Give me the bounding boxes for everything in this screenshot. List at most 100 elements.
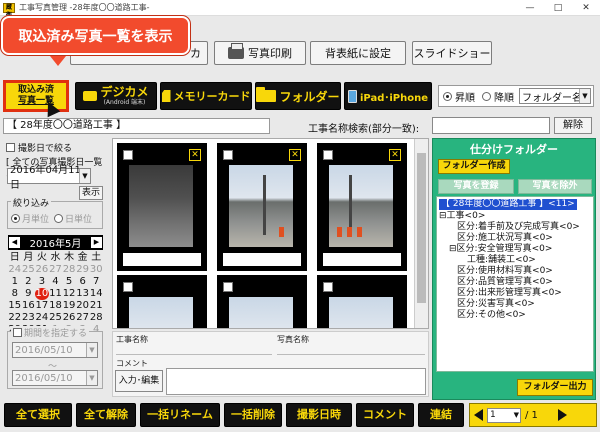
period-checkbox[interactable] xyxy=(13,328,22,337)
calendar-day[interactable]: 25 xyxy=(49,312,63,324)
export-folder-button[interactable]: フォルダー出力 xyxy=(517,379,593,396)
register-photo-button[interactable]: 写真を登録 xyxy=(438,179,514,194)
bulk-rename-button[interactable]: 一括リネーム xyxy=(140,403,220,427)
calendar-day[interactable]: 16 xyxy=(22,300,36,312)
minimize-button[interactable]: — xyxy=(516,0,544,16)
calendar-day[interactable]: 25 xyxy=(22,264,36,276)
calendar-day[interactable]: 30 xyxy=(89,264,103,276)
sort-desc-radio[interactable] xyxy=(482,91,491,101)
maximize-button[interactable]: □ xyxy=(544,0,572,16)
select-all-button[interactable]: 全て選択 xyxy=(4,403,72,427)
photo-thumbnail[interactable] xyxy=(317,275,407,328)
calendar-day[interactable]: 9 xyxy=(22,288,36,300)
photo-select-checkbox[interactable] xyxy=(323,150,333,160)
bulk-delete-button[interactable]: 一括削除 xyxy=(224,403,282,427)
set-spine-button[interactable]: 背表紙に設定 xyxy=(310,41,406,65)
slideshow-button[interactable]: スライドショー xyxy=(412,41,492,65)
calendar-day[interactable]: 13 xyxy=(76,288,90,300)
photo-thumbnail[interactable]: ✕ xyxy=(317,143,407,271)
tree-node[interactable]: 区分:災害写真<0> xyxy=(457,299,535,310)
photo-select-checkbox[interactable] xyxy=(123,282,133,292)
tree-node[interactable]: 区分:使用材料写真<0> xyxy=(457,266,553,277)
photo-select-checkbox[interactable] xyxy=(223,282,233,292)
calendar-day[interactable]: 3 xyxy=(35,276,49,288)
date-select[interactable]: 2016年04月11日 ▼ xyxy=(7,165,91,191)
calendar-day[interactable]: 20 xyxy=(76,300,90,312)
calendar-day[interactable]: 2 xyxy=(22,276,36,288)
calendar-day[interactable]: 7 xyxy=(89,276,103,288)
photo-select-checkbox[interactable] xyxy=(223,150,233,160)
sort-field-select[interactable]: フォルダー名 ▼ xyxy=(519,88,591,104)
calendar-day[interactable]: 28 xyxy=(62,264,76,276)
thumbnail-scrollbar[interactable] xyxy=(414,139,428,328)
by-month-radio[interactable] xyxy=(11,214,20,223)
comment-textarea[interactable] xyxy=(166,368,426,395)
tree-node-root[interactable]: 【 28年度〇〇道路工事 】<11> xyxy=(439,199,577,210)
calendar-day[interactable]: 23 xyxy=(22,312,36,324)
clear-search-button[interactable]: 解除 xyxy=(554,117,592,134)
photo-thumbnail[interactable]: ✕ xyxy=(117,143,207,271)
shot-datetime-button[interactable]: 撮影日時 xyxy=(286,403,352,427)
edit-comment-button[interactable]: 入力･編集 xyxy=(115,370,163,392)
calendar-day[interactable]: 26 xyxy=(35,264,49,276)
calendar-day[interactable]: 14 xyxy=(89,288,103,300)
calendar-day[interactable]: 10 xyxy=(35,288,49,300)
deselect-all-button[interactable]: 全て解除 xyxy=(76,403,136,427)
photo-thumbnail[interactable] xyxy=(117,275,207,328)
digicam-button[interactable]: デジカメ (Android 端末) xyxy=(75,82,157,110)
calendar-day[interactable]: 6 xyxy=(76,276,90,288)
sort-asc-radio[interactable] xyxy=(443,91,452,101)
calendar-day[interactable]: 1 xyxy=(8,276,22,288)
calendar-day[interactable]: 28 xyxy=(89,312,103,324)
create-folder-button[interactable]: フォルダー作成 xyxy=(438,159,510,174)
page-select[interactable]: 1 ▼ xyxy=(487,407,521,423)
remove-photo-button[interactable]: 写真を除外 xyxy=(518,179,592,194)
next-page-icon[interactable] xyxy=(557,409,567,421)
comment-button[interactable]: コメント xyxy=(356,403,414,427)
tree-node[interactable]: 区分:着手前及び完成写真<0> xyxy=(457,222,580,233)
by-day-radio[interactable] xyxy=(54,214,64,223)
calendar-next-button[interactable]: ▶ xyxy=(91,237,102,248)
period-to-select[interactable]: 2016/05/10 ▼ xyxy=(12,370,98,386)
tree-node[interactable]: ⊟区分:安全管理写真<0> xyxy=(449,244,552,255)
calendar-day[interactable]: 18 xyxy=(49,300,63,312)
folder-import-button[interactable]: フォルダー xyxy=(255,82,341,110)
tree-node[interactable]: 工種:舗装工<0> xyxy=(467,255,536,266)
photo-select-checkbox[interactable] xyxy=(323,282,333,292)
calendar-day[interactable]: 4 xyxy=(49,276,63,288)
calendar-day[interactable]: 21 xyxy=(89,300,103,312)
calendar-day[interactable]: 22 xyxy=(8,312,22,324)
calendar-prev-button[interactable]: ◀ xyxy=(9,237,20,248)
calendar-day[interactable]: 24 xyxy=(35,312,49,324)
tree-node[interactable]: ⊟工事<0> xyxy=(439,211,485,222)
imported-photos-button[interactable]: 取込み済 写真一覧 xyxy=(3,80,69,112)
calendar-day[interactable]: 5 xyxy=(62,276,76,288)
calendar-day[interactable]: 27 xyxy=(76,312,90,324)
calendar-day[interactable]: 11 xyxy=(49,288,63,300)
calendar-day[interactable]: 26 xyxy=(62,312,76,324)
print-photos-button[interactable]: 写真印刷 xyxy=(214,41,306,65)
scrollbar-thumb[interactable] xyxy=(417,153,426,303)
calendar-day[interactable]: 27 xyxy=(49,264,63,276)
calendar-day[interactable]: 24 xyxy=(8,264,22,276)
link-button[interactable]: 連結 xyxy=(418,403,464,427)
tree-node[interactable]: 区分:品質管理写真<0> xyxy=(457,277,553,288)
calendar-day[interactable]: 8 xyxy=(8,288,22,300)
tree-node[interactable]: 区分:その他<0> xyxy=(457,310,526,321)
narrow-by-date-checkbox[interactable] xyxy=(6,143,15,152)
calendar-day[interactable]: 15 xyxy=(8,300,22,312)
calendar-day[interactable]: 19 xyxy=(62,300,76,312)
project-search-input[interactable] xyxy=(432,117,550,134)
photo-select-checkbox[interactable] xyxy=(123,150,133,160)
calendar-day[interactable]: 17 xyxy=(35,300,49,312)
remove-photo-icon[interactable]: ✕ xyxy=(289,149,301,161)
calendar-day[interactable]: 29 xyxy=(76,264,90,276)
photo-thumbnail[interactable] xyxy=(217,275,307,328)
tree-node[interactable]: 区分:施工状況写真<0> xyxy=(457,233,553,244)
remove-photo-icon[interactable]: ✕ xyxy=(189,149,201,161)
photo-thumbnail[interactable]: ✕ xyxy=(217,143,307,271)
memory-card-button[interactable]: メモリーカード xyxy=(160,82,252,110)
show-button[interactable]: 表示 xyxy=(79,186,103,200)
calendar-day[interactable]: 12 xyxy=(62,288,76,300)
close-button[interactable]: ✕ xyxy=(572,0,600,16)
